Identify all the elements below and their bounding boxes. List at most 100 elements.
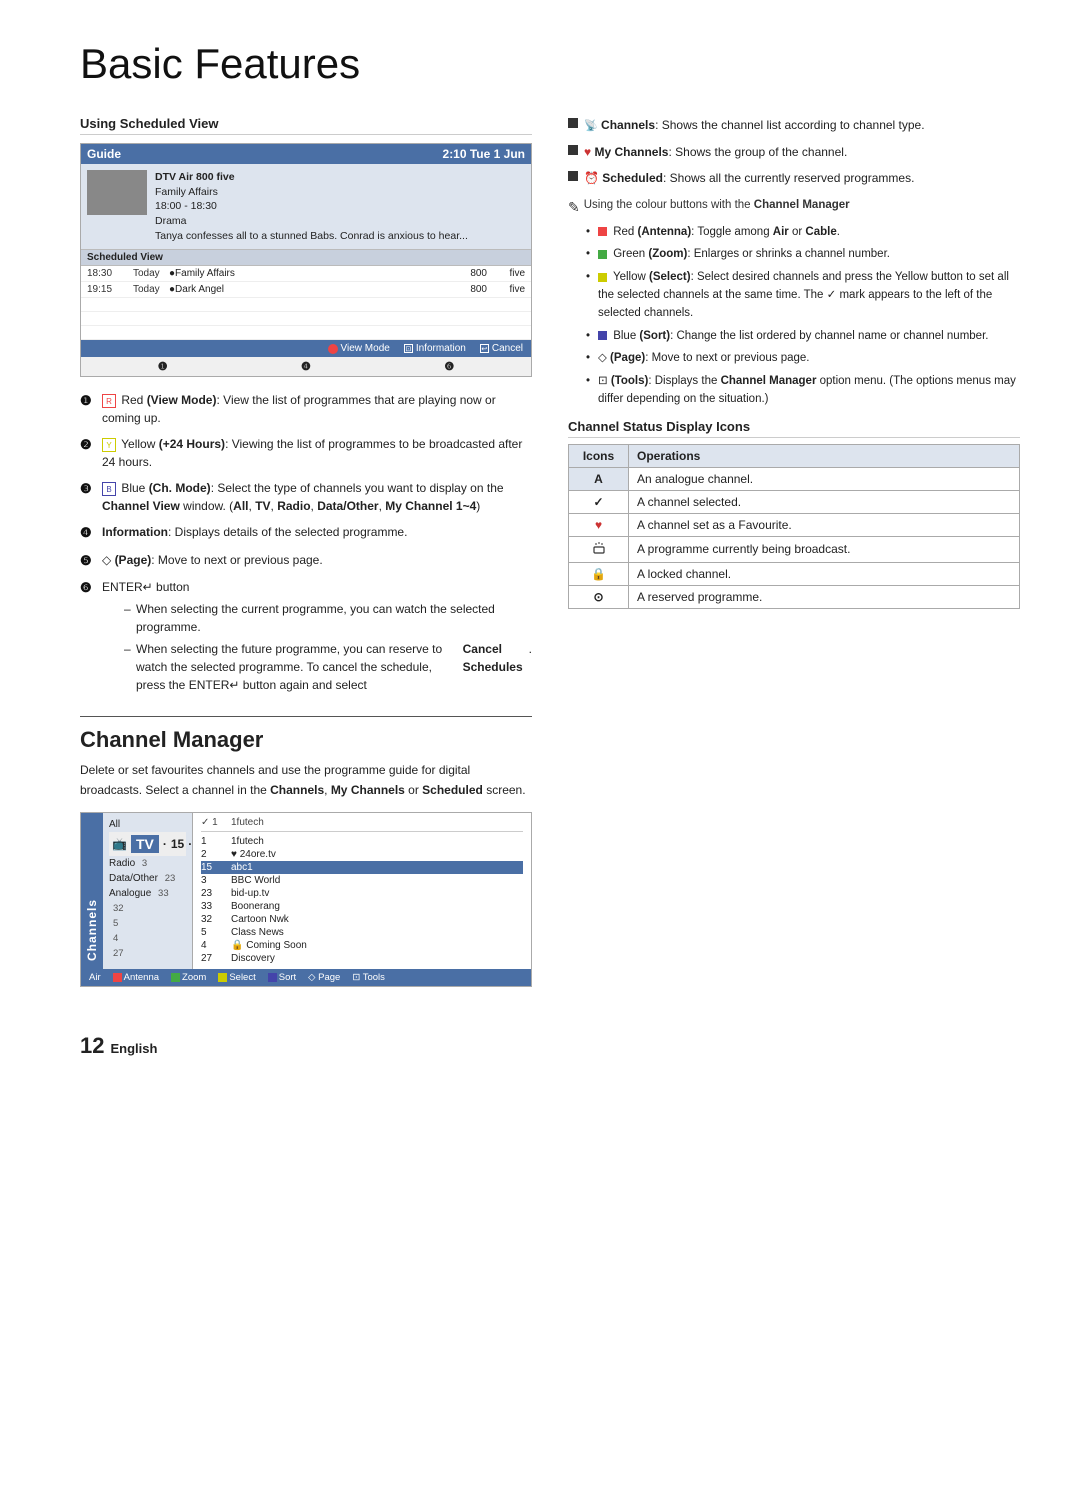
tv-icon: 📺 xyxy=(112,837,127,851)
red-icon: R xyxy=(102,394,116,408)
btn-num-6: ❻ xyxy=(444,360,454,373)
cancel-btn-indicator: ↩ xyxy=(480,344,489,353)
guide-prog-name: Family Affairs xyxy=(155,185,468,200)
status-table: Icons Operations A An analogue channel. … xyxy=(568,444,1020,609)
section-divider xyxy=(80,716,532,717)
yellow-icon: Y xyxy=(102,438,116,452)
step-6-sub-2: When selecting the future programme, you… xyxy=(124,640,532,694)
guide-prog-time: 18:00 - 18:30 xyxy=(155,199,468,214)
step-1: ❶ R Red (View Mode): View the list of pr… xyxy=(80,391,532,427)
guide-thumbnail xyxy=(87,170,147,215)
cm-channel-row[interactable]: 5Class News xyxy=(201,926,523,939)
guide-header: Guide 2:10 Tue 1 Jun xyxy=(81,144,531,164)
step-6-sub-1: When selecting the current programme, yo… xyxy=(124,600,532,636)
step-3: ❸ B Blue (Ch. Mode): Select the type of … xyxy=(80,479,532,515)
cm-sidebar-label: Channels xyxy=(81,813,103,969)
sub-bullet-tools: ⊡ (Tools): Displays the Channel Manager … xyxy=(586,373,1020,409)
status-row: 🔒 A locked channel. xyxy=(569,562,1020,585)
guide-footer-viewmode: View Mode xyxy=(328,343,390,354)
status-table-header-ops: Operations xyxy=(629,444,1020,467)
blue-icon: B xyxy=(102,482,116,496)
status-row: ♥ A channel set as a Favourite. xyxy=(569,513,1020,536)
sq-yellow-icon xyxy=(218,973,227,982)
channel-manager-title: Channel Manager xyxy=(80,727,532,753)
guide-footer: View Mode ⊡ Information ↩ Cancel xyxy=(81,340,531,357)
heart-icon: ♥ xyxy=(584,145,591,159)
scheduled-view-label: Using Scheduled View xyxy=(80,116,532,135)
guide-datetime: 2:10 Tue 1 Jun xyxy=(443,147,525,161)
cm-left-analogue[interactable]: Analogue 33 xyxy=(109,886,186,901)
cm-right-panel: ✓ 1 1futech 11futech 2♥ 24ore.tv 15abc1 … xyxy=(193,813,531,969)
cm-channel-row[interactable]: 27Discovery xyxy=(201,952,523,965)
guide-row-empty xyxy=(81,326,531,340)
sub-bullet-blue: Blue (Sort): Change the list ordered by … xyxy=(586,328,1020,346)
status-table-header-icons: Icons xyxy=(569,444,629,467)
green-sq-icon xyxy=(598,250,607,259)
status-op-A: An analogue channel. xyxy=(629,467,1020,490)
guide-top: DTV Air 800 five Family Affairs 18:00 - … xyxy=(81,164,531,250)
step-2: ❷ Y Yellow (+24 Hours): Viewing the list… xyxy=(80,435,532,471)
page-lang: English xyxy=(110,1041,157,1056)
sq-green-icon xyxy=(171,973,180,982)
clock-icon: ⏰ xyxy=(584,171,599,185)
cm-channel-row[interactable]: 2♥ 24ore.tv xyxy=(201,848,523,861)
sq-blue-icon xyxy=(268,973,277,982)
step-6-sub: When selecting the current programme, yo… xyxy=(124,600,532,694)
channel-manager-desc: Delete or set favourites channels and us… xyxy=(80,761,532,799)
sub-bullet-yellow: Yellow (Select): Select desired channels… xyxy=(586,269,1020,322)
cm-footer: Air Antenna Zoom Select Sort ◇ Page ⊡ To… xyxy=(81,969,531,986)
sub-bullet-page: ◇ (Page): Move to next or previous page. xyxy=(586,350,1020,368)
yellow-sq-icon xyxy=(598,273,607,282)
cm-left-tv[interactable]: 📺 TV · 15 · abc1 · xyxy=(109,832,186,856)
cm-left-all[interactable]: All xyxy=(109,817,186,832)
step-list: ❶ R Red (View Mode): View the list of pr… xyxy=(80,391,532,698)
cm-left-27[interactable]: 27 xyxy=(109,946,186,961)
page-title: Basic Features xyxy=(80,40,1020,88)
cm-footer-antenna: Antenna xyxy=(113,972,159,983)
bullet-sq-icon xyxy=(568,171,578,181)
cm-inner: Channels All 📺 TV · 15 · abc1 · Radio 3 … xyxy=(81,813,531,969)
status-icon-broadcast xyxy=(569,536,629,562)
cm-channel-row[interactable]: 23bid-up.tv xyxy=(201,887,523,900)
guide-prog-title: DTV Air 800 five xyxy=(155,170,468,185)
status-op-heart: A channel set as a Favourite. xyxy=(629,513,1020,536)
page-number: 12 xyxy=(80,1033,104,1059)
red-sq-icon xyxy=(598,227,607,236)
cm-channel-row[interactable]: 11futech xyxy=(201,835,523,848)
bullet-sq-icon xyxy=(568,145,578,155)
sq-red-icon xyxy=(113,973,122,982)
cm-left-5[interactable]: 5 xyxy=(109,916,186,931)
cm-channel-row-selected[interactable]: 15abc1 xyxy=(201,861,523,874)
channel-manager-box: Channels All 📺 TV · 15 · abc1 · Radio 3 … xyxy=(80,812,532,987)
cm-footer-zoom: Zoom xyxy=(171,972,206,983)
cm-left-data[interactable]: Data/Other 23 xyxy=(109,871,186,886)
cm-channel-row[interactable]: 3BBC World xyxy=(201,874,523,887)
cm-channel-row[interactable]: 33Boonerang xyxy=(201,900,523,913)
status-section-label: Channel Status Display Icons xyxy=(568,419,1020,438)
step-5: ❺ ◇ (Page): Move to next or previous pag… xyxy=(80,551,532,571)
cm-channel-row[interactable]: 4🔒 Coming Soon xyxy=(201,939,523,952)
antenna-icon: 📡 xyxy=(584,120,598,132)
status-op-check: A channel selected. xyxy=(629,490,1020,513)
top-bullet-list: 📡 Channels: Shows the channel list accor… xyxy=(568,116,1020,187)
right-column: 📡 Channels: Shows the channel list accor… xyxy=(568,116,1020,1003)
status-icon-reserved: ⊙ xyxy=(569,585,629,608)
status-icon-heart: ♥ xyxy=(569,513,629,536)
page-footer: 12 English xyxy=(80,1033,1020,1059)
info-btn-indicator: ⊡ xyxy=(404,344,413,353)
guide-title: Guide xyxy=(87,147,121,161)
cm-left-4[interactable]: 4 xyxy=(109,931,186,946)
cm-left-radio[interactable]: Radio 3 xyxy=(109,856,186,871)
status-row: ✓ A channel selected. xyxy=(569,490,1020,513)
guide-footer-cancel: ↩ Cancel xyxy=(480,343,523,354)
cm-channel-row[interactable]: 32Cartoon Nwk xyxy=(201,913,523,926)
status-row: A An analogue channel. xyxy=(569,467,1020,490)
guide-scheduled-label: Scheduled View xyxy=(81,250,531,266)
cm-left-32[interactable]: 32 xyxy=(109,901,186,916)
guide-prog-genre: Drama xyxy=(155,214,468,229)
guide-btn-numbers: ❶ ❹ ❻ xyxy=(81,357,531,376)
btn-num-1: ❶ xyxy=(158,360,168,373)
guide-prog-desc: Tanya confesses all to a stunned Babs. C… xyxy=(155,229,468,244)
cm-left-panel: All 📺 TV · 15 · abc1 · Radio 3 Data/Othe… xyxy=(103,813,193,969)
sub-bullet-red: Red (Antenna): Toggle among Air or Cable… xyxy=(586,224,1020,242)
